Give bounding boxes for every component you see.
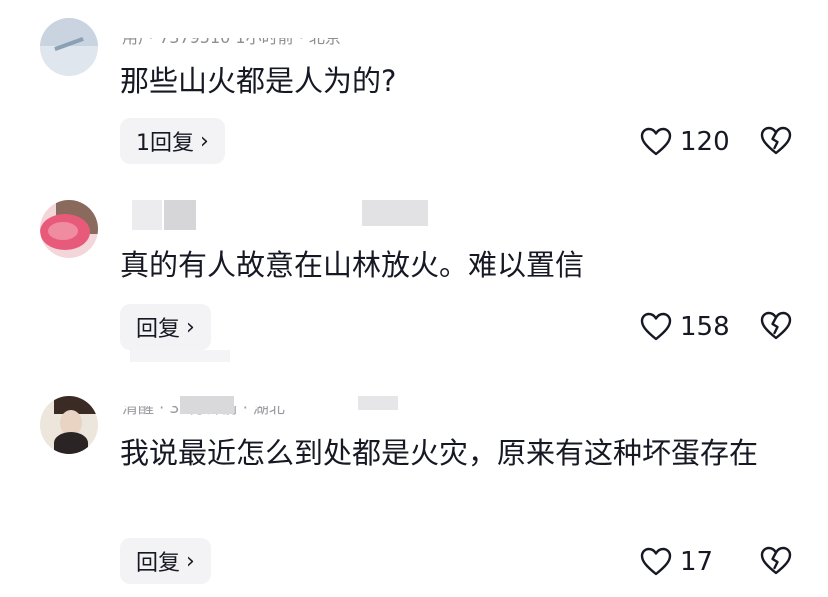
reply-label: 1回复 (136, 131, 194, 156)
reply-button[interactable]: 回复 › (120, 538, 211, 584)
like-count: 17 (680, 547, 714, 577)
comment-item: 清醒 · 37分钟前 · 湖北 我说最近怎么到处都是火灾，原来有这种坏蛋存在 回… (0, 390, 828, 597)
avatar[interactable] (40, 200, 98, 258)
comment-text: 真的有人故意在山林放火。难以置信 (120, 248, 585, 282)
avatar[interactable] (40, 18, 98, 76)
username-redacted (132, 200, 162, 230)
comment-item: 真的有人故意在山林放火。难以置信 回复 › 158 (0, 190, 828, 390)
like-button[interactable]: 17 (640, 545, 713, 579)
reply-button[interactable]: 1回复 › (120, 118, 225, 164)
heart-outline-icon (640, 312, 672, 341)
broken-heart-icon[interactable] (760, 545, 792, 577)
broken-heart-icon[interactable] (760, 310, 792, 342)
comment-text: 我说最近怎么到处都是火灾，原来有这种坏蛋存在 (120, 436, 759, 470)
reply-label: 回复 (136, 551, 181, 576)
heart-outline-icon (640, 547, 672, 576)
location-redacted (362, 200, 428, 226)
chevron-right-icon: › (200, 128, 209, 154)
like-button[interactable]: 120 (640, 125, 730, 159)
like-count: 120 (680, 127, 730, 157)
like-button[interactable]: 158 (640, 310, 730, 344)
broken-heart-icon[interactable] (760, 125, 792, 157)
username-redacted (180, 396, 234, 414)
heart-outline-icon (640, 127, 672, 156)
like-count: 158 (680, 312, 730, 342)
reply-label: 回复 (136, 317, 181, 342)
redacted-strip (130, 350, 230, 362)
location-redacted (358, 396, 398, 410)
chevron-right-icon: › (186, 548, 195, 574)
chevron-right-icon: › (186, 314, 195, 340)
comment-text: 那些山火都是人为的? (120, 64, 397, 98)
comment-meta: 用户 7379510 1小时前 · 北京 (122, 30, 341, 46)
comment-item: 用户 7379510 1小时前 · 北京 那些山火都是人为的? 1回复 › 12… (0, 0, 828, 190)
avatar[interactable] (40, 396, 98, 454)
reply-button[interactable]: 回复 › (120, 304, 211, 350)
username-redacted (164, 200, 196, 230)
